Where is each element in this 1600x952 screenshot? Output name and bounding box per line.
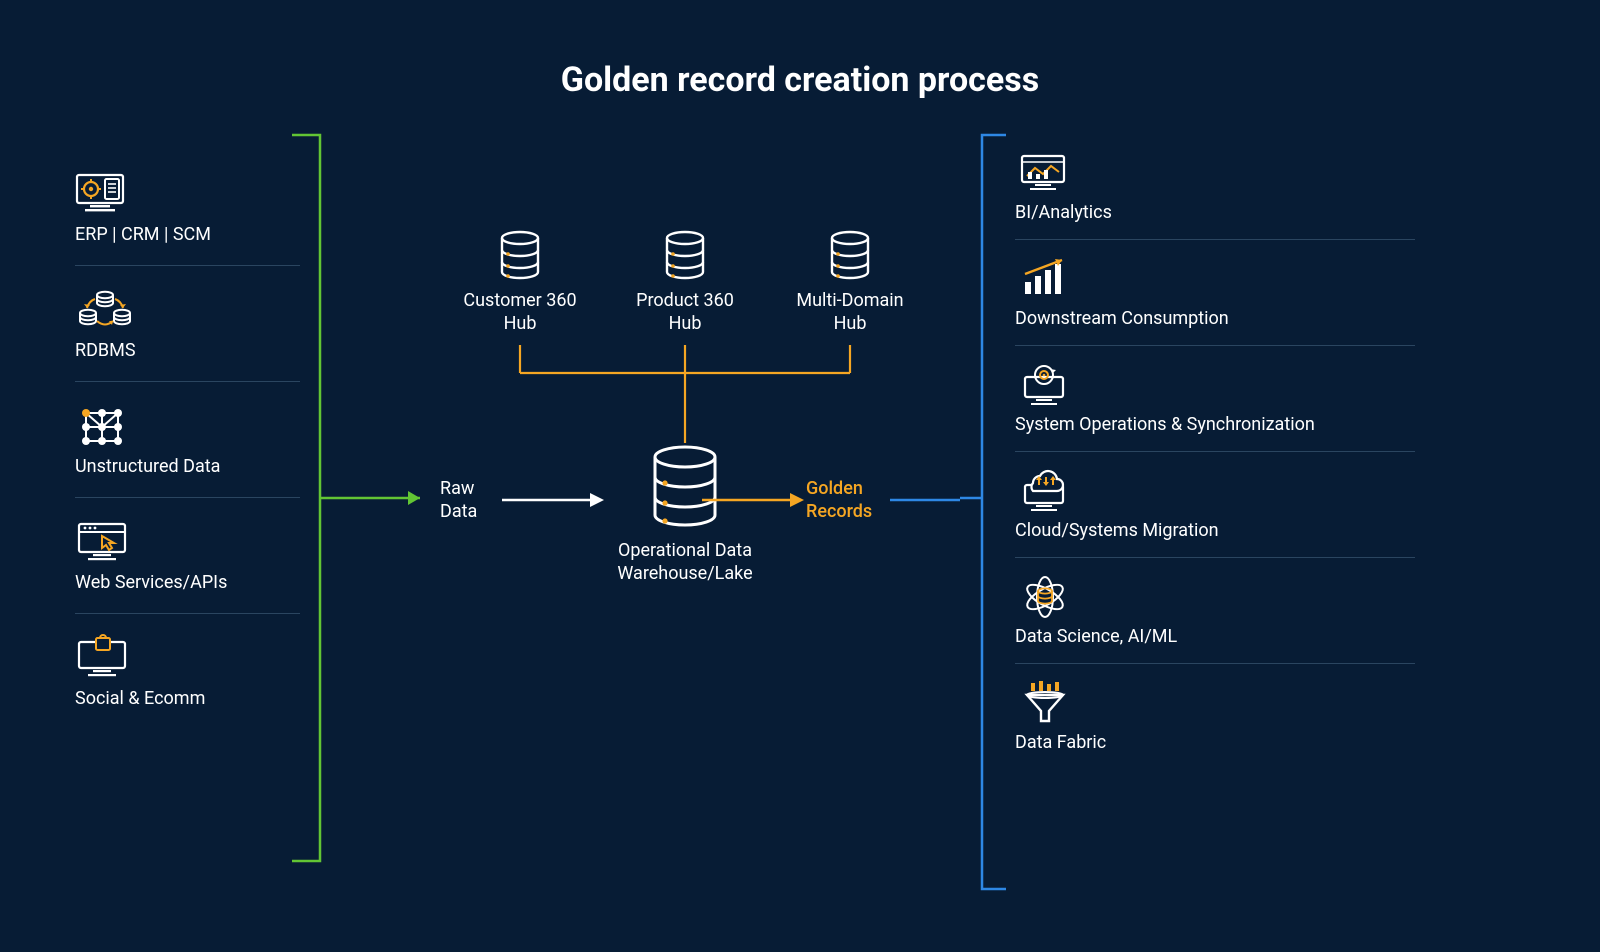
odw-block: Operational Data Warehouse/Lake bbox=[595, 445, 775, 586]
source-label: Social & Ecomm bbox=[75, 688, 300, 709]
gear-doc-monitor-icon bbox=[75, 170, 135, 216]
source-erp-crm-scm: ERP | CRM | SCM bbox=[75, 170, 300, 266]
raw-data-label: Raw Data bbox=[440, 478, 477, 523]
sources-column: ERP | CRM | SCM RDBMS bbox=[75, 170, 300, 749]
text: Golden Records bbox=[806, 478, 872, 522]
consumer-label: System Operations & Synchronization bbox=[1015, 414, 1415, 435]
hub-label: Customer 360 Hub bbox=[445, 290, 595, 335]
consumer-cloud-migration: Cloud/Systems Migration bbox=[1015, 468, 1415, 558]
text: Raw Data bbox=[440, 478, 477, 522]
nodes-icon bbox=[75, 402, 135, 448]
consumer-label: Downstream Consumption bbox=[1015, 308, 1415, 329]
hub-product-360: Product 360 Hub bbox=[610, 230, 760, 335]
diagram-title: Golden record creation process bbox=[0, 60, 1600, 100]
odw-label: Operational Data Warehouse/Lake bbox=[595, 539, 775, 586]
consumer-data-fabric: Data Fabric bbox=[1015, 680, 1415, 769]
source-label: RDBMS bbox=[75, 340, 300, 361]
consumer-label: Cloud/Systems Migration bbox=[1015, 520, 1415, 541]
consumer-data-science: Data Science, AI/ML bbox=[1015, 574, 1415, 664]
funnel-icon bbox=[1015, 680, 1075, 726]
consumer-bi-analytics: BI/Analytics bbox=[1015, 150, 1415, 240]
bars-trend-icon bbox=[1015, 256, 1075, 302]
hub-label: Product 360 Hub bbox=[610, 290, 760, 335]
arrow-raw-to-odw bbox=[500, 490, 610, 510]
database-small-icon bbox=[660, 230, 710, 282]
arrow-odw-to-golden bbox=[700, 490, 810, 510]
consumer-downstream: Downstream Consumption bbox=[1015, 256, 1415, 346]
consumer-label: BI/Analytics bbox=[1015, 202, 1415, 223]
right-bracket bbox=[960, 133, 1010, 891]
bag-monitor-icon bbox=[75, 634, 135, 680]
atom-db-icon bbox=[1015, 574, 1075, 620]
db-cluster-icon bbox=[75, 286, 135, 332]
source-rdbms: RDBMS bbox=[75, 286, 300, 382]
database-small-icon bbox=[495, 230, 545, 282]
consumers-column: BI/Analytics Downstream Consumption bbox=[1015, 150, 1415, 785]
database-large-icon bbox=[645, 445, 725, 529]
arrow-golden-to-consumers bbox=[890, 490, 970, 510]
hub-connector bbox=[445, 343, 925, 453]
source-web-apis: Web Services/APIs bbox=[75, 518, 300, 614]
refresh-gear-icon bbox=[1015, 362, 1075, 408]
database-small-icon bbox=[825, 230, 875, 282]
hub-customer-360: Customer 360 Hub bbox=[445, 230, 595, 335]
hub-multi-domain: Multi-Domain Hub bbox=[775, 230, 925, 335]
hub-label: Multi-Domain Hub bbox=[775, 290, 925, 335]
golden-records-label: Golden Records bbox=[806, 478, 872, 523]
cloud-arrows-icon bbox=[1015, 468, 1075, 514]
left-bracket bbox=[290, 133, 440, 863]
source-unstructured: Unstructured Data bbox=[75, 402, 300, 498]
consumer-label: Data Fabric bbox=[1015, 732, 1415, 753]
consumer-label: Data Science, AI/ML bbox=[1015, 626, 1415, 647]
source-label: Unstructured Data bbox=[75, 456, 300, 477]
consumer-sys-ops-sync: System Operations & Synchronization bbox=[1015, 362, 1415, 452]
hubs-row: Customer 360 Hub Product 360 Hub Multi-D… bbox=[445, 230, 925, 335]
browser-pointer-icon bbox=[75, 518, 135, 564]
source-label: ERP | CRM | SCM bbox=[75, 224, 300, 245]
chart-monitor-icon bbox=[1015, 150, 1075, 196]
source-label: Web Services/APIs bbox=[75, 572, 300, 593]
source-social-ecomm: Social & Ecomm bbox=[75, 634, 300, 729]
